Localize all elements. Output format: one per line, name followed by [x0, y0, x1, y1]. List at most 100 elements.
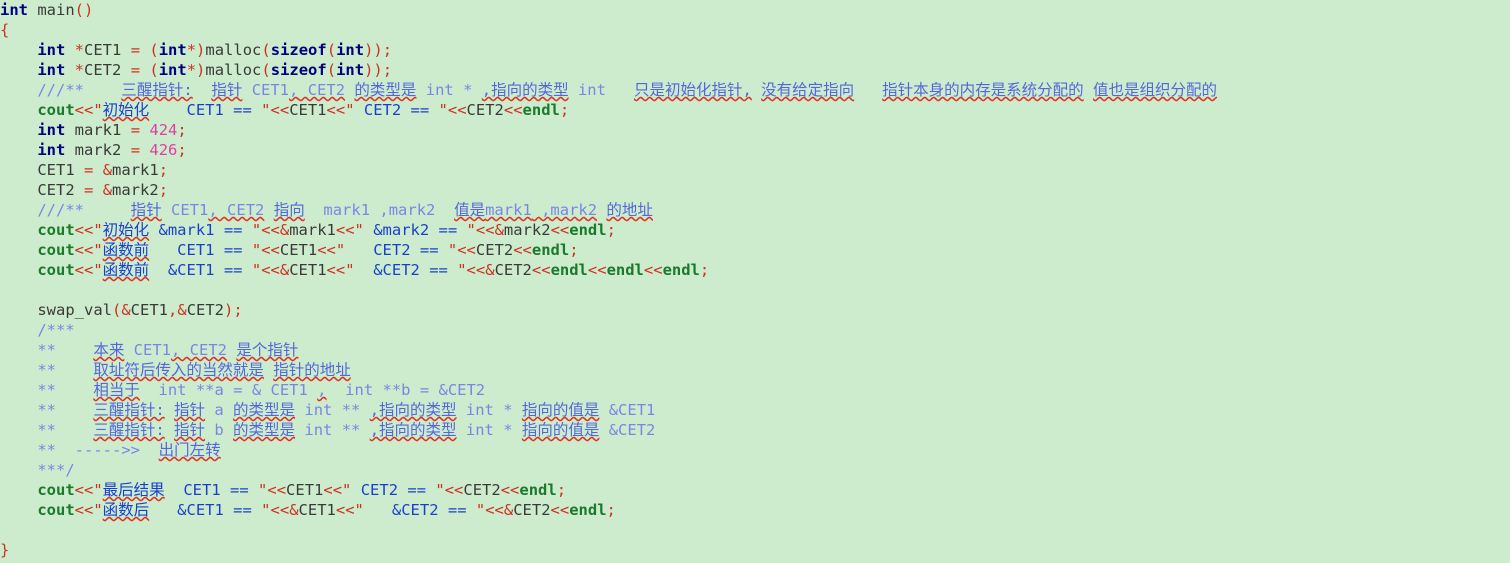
- code-token: <<: [326, 101, 346, 119]
- code-token: ;: [559, 101, 570, 119]
- code-token: main: [37, 1, 75, 19]
- code-token: 指向: [273, 201, 305, 219]
- code-token: ": [466, 221, 476, 239]
- code-line[interactable]: ***/: [0, 460, 1510, 480]
- code-token: 指针: [211, 81, 243, 99]
- code-token: int **: [295, 401, 370, 419]
- code-line[interactable]: CET1 = &mark1;: [0, 160, 1510, 180]
- code-line[interactable]: cout<<"函数前 CET1 == "<<CET1<<" CET2 == "<…: [0, 240, 1510, 260]
- code-line[interactable]: ///** 指针 CET1, CET2 指向 mark1 ,mark2 值是ma…: [0, 200, 1510, 220]
- code-token: CET2 ==: [351, 481, 436, 499]
- code-line[interactable]: ///** 三醒指针: 指针 CET1, CET2 的类型是 int * ,指向…: [0, 80, 1510, 100]
- code-line[interactable]: ** 取址符后传入的当然就是 指针的地址: [0, 360, 1510, 380]
- code-line[interactable]: cout<<"初始化 &mark1 == "<<&mark1<<" &mark2…: [0, 220, 1510, 240]
- code-token: <<: [457, 241, 476, 259]
- code-line[interactable]: cout<<"函数后 &CET1 == "<<&CET1<<" &CET2 ==…: [0, 500, 1510, 520]
- code-token: ,指向的类型: [369, 401, 457, 419]
- code-line[interactable]: ** 三醒指针: 指针 a 的类型是 int ** ,指向的类型 int * 指…: [0, 400, 1510, 420]
- code-line[interactable]: int main(): [0, 0, 1510, 20]
- code-token: ;: [177, 121, 187, 139]
- code-token: ));: [364, 61, 393, 79]
- code-token: <<: [475, 221, 495, 239]
- code-token: ;: [699, 261, 710, 279]
- code-token: 指针本身的内存是系统分配的: [882, 81, 1084, 99]
- code-line[interactable]: int *CET1 = (int*)malloc(sizeof(int));: [0, 40, 1510, 60]
- code-token: 初始化: [102, 221, 150, 239]
- code-token: cout: [37, 481, 75, 499]
- code-token: ": [258, 481, 268, 499]
- code-line[interactable]: }: [0, 540, 1510, 560]
- code-token: ***/: [37, 461, 75, 479]
- code-token: CET1: [124, 341, 172, 359]
- code-token: mark2: [112, 181, 159, 199]
- code-token: *: [74, 61, 85, 79]
- code-line[interactable]: ** 相当于 int **a = & CET1 , int **b = &CET…: [0, 380, 1510, 400]
- code-token: ": [345, 101, 355, 119]
- code-token: 函数前: [102, 261, 150, 279]
- code-line[interactable]: int mark2 = 426;: [0, 140, 1510, 160]
- code-editor-viewport[interactable]: int main(){ int *CET1 = (int*)malloc(siz…: [0, 0, 1510, 560]
- code-line[interactable]: ** 三醒指针: 指针 b 的类型是 int ** ,指向的类型 int * 指…: [0, 420, 1510, 440]
- code-token: <<: [444, 481, 464, 499]
- code-line[interactable]: /***: [0, 320, 1510, 340]
- code-line[interactable]: CET2 = &mark2;: [0, 180, 1510, 200]
- code-line[interactable]: cout<<"函数前 &CET1 == "<<&CET1<<" &CET2 ==…: [0, 260, 1510, 280]
- code-token: CET2: [37, 181, 75, 199]
- code-line[interactable]: cout<<"初始化 CET1 == "<<CET1<<" CET2 == "<…: [0, 100, 1510, 120]
- code-token: 指针: [174, 421, 206, 439]
- code-token: mark1 ,mark2: [304, 201, 445, 219]
- code-line[interactable]: [0, 520, 1510, 540]
- code-token: ": [354, 221, 364, 239]
- code-line[interactable]: swap_val(&CET1,&CET2);: [0, 300, 1510, 320]
- code-token: <<: [74, 261, 94, 279]
- code-token: CET2 ==: [354, 101, 439, 119]
- code-token: int: [37, 61, 66, 79]
- code-line[interactable]: int mark1 = 424;: [0, 120, 1510, 140]
- code-token: 三醒指针:: [93, 401, 165, 419]
- code-line[interactable]: cout<<"最后结果 CET1 == "<<CET1<<" CET2 == "…: [0, 480, 1510, 500]
- code-token: (: [261, 61, 271, 79]
- code-token: &: [102, 161, 113, 179]
- code-token: ;: [569, 241, 579, 259]
- code-token: 值是: [454, 201, 486, 219]
- code-token: <<: [587, 261, 607, 279]
- code-token: <<: [335, 221, 355, 239]
- code-token: mark1: [112, 161, 159, 179]
- code-token: &: [503, 501, 514, 519]
- code-line[interactable]: ** ----->> 出门左转: [0, 440, 1510, 460]
- code-token: *: [74, 41, 85, 59]
- code-token: ": [261, 501, 271, 519]
- code-line[interactable]: [0, 280, 1510, 300]
- code-line[interactable]: {: [0, 20, 1510, 40]
- code-token: sizeof: [270, 61, 327, 79]
- code-token: int *: [456, 421, 522, 439]
- code-token: ": [438, 101, 448, 119]
- code-token: ///**: [37, 81, 84, 99]
- code-token: ": [335, 241, 346, 259]
- code-token: CET1: [289, 261, 327, 279]
- code-token: CET1 ==: [149, 101, 262, 119]
- code-line[interactable]: int *CET2 = (int*)malloc(sizeof(int));: [0, 60, 1510, 80]
- code-token: CET1 ==: [164, 481, 259, 499]
- code-token: <<: [503, 101, 523, 119]
- code-line[interactable]: ** 本来 CET1, CET2 是个指针: [0, 340, 1510, 360]
- code-token: , CET2: [171, 341, 228, 359]
- code-token: ": [251, 221, 262, 239]
- code-token: ": [93, 481, 103, 499]
- code-token: 的类型是: [354, 81, 417, 99]
- code-token: ,: [208, 201, 218, 219]
